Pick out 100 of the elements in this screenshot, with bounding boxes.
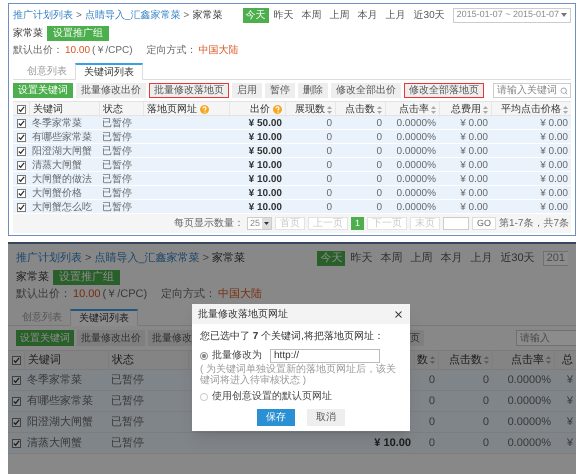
table-cell-text: ¥ (566, 394, 573, 409)
column-header: 数 (417, 352, 428, 368)
targeting-label: 定向方式： (146, 44, 197, 58)
table-cell-text: ¥ 0.00 (540, 117, 568, 131)
group-name: 家常菜 (13, 26, 43, 40)
targeting-value: 中国大陆 (218, 286, 262, 302)
breadcrumb-separator: > (85, 250, 92, 266)
table-cell-text: 0 (428, 414, 435, 430)
column-header: 关键词 (28, 352, 61, 368)
breadcrumb-current: 家常菜 (212, 250, 245, 266)
table-cell-text: ¥ 0.00 (460, 159, 488, 173)
table-cell-text: 0 (376, 117, 382, 131)
table-cell-text: ¥ 0.00 (540, 173, 568, 187)
table-cell-text: ¥ 0.00 (540, 159, 568, 173)
table-cell-text: 已暂停 (111, 394, 144, 409)
table-cell-text: ¥ 0.00 (460, 201, 488, 215)
table-cell-text: 0 (482, 414, 489, 430)
table-cell-text: 0 (376, 201, 382, 215)
table-cell-text: 已暂停 (111, 372, 144, 388)
bid-value: 10.00 (65, 44, 90, 58)
table-cell-text: ¥ 10.00 (248, 131, 282, 145)
dialog-message: 您已选中了 7 个关键词,将把落地页网址： (200, 330, 385, 343)
table-cell-text: ¥ 10.00 (248, 187, 282, 201)
table-cell-text: ¥ 0.00 (540, 201, 568, 215)
table-cell-text: 已暂停 (102, 144, 132, 159)
table-cell-text: 0 (376, 159, 382, 173)
column-header: 状态 (112, 352, 134, 368)
table-cell-text: 大闸蟹怎么吃 (32, 200, 92, 215)
table-cell-text: ¥ 10.00 (374, 436, 411, 451)
table-cell-text: 0 (376, 145, 382, 159)
table-cell-text: ¥ 0.00 (540, 187, 568, 201)
table-cell-text: 0 (482, 436, 489, 451)
table-cell-text: 阳澄湖大闸蟹 (27, 414, 93, 430)
table-cell-text: 已暂停 (111, 436, 144, 451)
table-cell-text: ¥ 50.00 (248, 145, 282, 159)
table-cell-text: 0.0000% (396, 187, 436, 201)
table-cell-text: 0.0000% (396, 117, 436, 131)
table-cell-text: 0 (326, 187, 332, 201)
table-cell-text: 已暂停 (102, 172, 132, 187)
table-cell-text: 0.0000% (508, 372, 551, 388)
bid-value: 10.00 (73, 286, 101, 302)
table-cell-text: 0 (482, 394, 489, 409)
column-header: 点击率 (399, 102, 429, 117)
table-cell-text: 已暂停 (102, 200, 132, 215)
table-cell-text: ¥ 0.00 (460, 131, 488, 145)
bid-unit: (￥/CPC) (92, 44, 133, 58)
column-header: 总 (562, 352, 573, 368)
table-cell-text: 0.0000% (508, 394, 551, 409)
targeting-label: 定向方式： (161, 286, 216, 302)
table-cell-text: ¥ (566, 414, 573, 430)
table-cell-text: 冬季家常菜 (27, 372, 82, 388)
table-cell-text: 已暂停 (102, 130, 132, 145)
bid-label: 默认出价： (16, 286, 71, 302)
dialog-title: 批量修改落地页网址 (198, 308, 288, 322)
table-cell-text: 0 (326, 173, 332, 187)
breadcrumb-separator: > (183, 8, 190, 22)
table-cell-text: 有哪些家常菜 (27, 394, 93, 409)
column-header: 展现数 (295, 103, 325, 117)
table-cell-text: 0.0000% (396, 201, 436, 215)
page-summary: 第1-7条，共7条 (498, 216, 569, 231)
table-cell-text: 已暂停 (102, 186, 132, 201)
table-cell-text: 0.0000% (508, 414, 551, 430)
table-cell-text: 0 (326, 159, 332, 173)
table-cell-text: ¥ 50.00 (248, 117, 282, 131)
table-cell-text: 0.0000% (396, 173, 436, 187)
table-cell-text: 0 (326, 145, 332, 159)
column-header: 点击数 (345, 102, 375, 117)
table-cell-text: 清蒸大闸蟹 (32, 158, 82, 173)
column-header: 平均点击价格 (501, 102, 561, 117)
table-cell-text: 大闸蟹价格 (32, 186, 82, 201)
radio-label: 批量修改为 (212, 348, 262, 363)
table-cell-text: 大闸蟹的做法 (32, 172, 92, 187)
table-cell-text: 冬季家常菜 (32, 116, 82, 131)
breadcrumb-current: 家常菜 (192, 8, 222, 22)
breadcrumb-separator: > (76, 8, 82, 22)
column-header: 落地页网址 (147, 102, 197, 117)
radio-label: 使用创意设置的默认页网址 (212, 390, 332, 404)
table-cell-text: ¥ (566, 436, 573, 451)
page-size-label: 每页显示数量： (174, 217, 244, 231)
table-cell-text: ¥ 10.00 (248, 159, 282, 173)
table-cell-text: 0 (326, 201, 332, 215)
column-header: 关键词 (33, 102, 63, 117)
table-cell-text: ¥ (566, 372, 573, 388)
table-cell-text: ¥ 10.00 (248, 173, 282, 187)
column-header: 状态 (103, 102, 123, 117)
table-cell-text: 有哪些家常菜 (32, 130, 92, 145)
column-header: 点击率 (511, 352, 544, 368)
table-cell-text: 0.0000% (396, 131, 436, 145)
table-cell-text: ¥ 0.00 (460, 173, 488, 187)
table-cell-text: ¥ 0.00 (460, 117, 488, 131)
column-header: 点击数 (449, 352, 482, 368)
table-cell-text: ¥ 0.00 (540, 131, 568, 145)
table-cell-text: ¥ 10.00 (248, 201, 282, 215)
table-cell-text: 阳澄湖大闸蟹 (32, 144, 92, 159)
table-cell-text: 0 (326, 117, 332, 131)
table-cell-text: 已暂停 (111, 414, 144, 430)
table-cell-text: 已暂停 (102, 116, 132, 131)
table-cell-text: 0 (428, 372, 435, 388)
targeting-value: 中国大陆 (198, 44, 239, 58)
bid-unit: (￥/CPC) (102, 286, 148, 302)
